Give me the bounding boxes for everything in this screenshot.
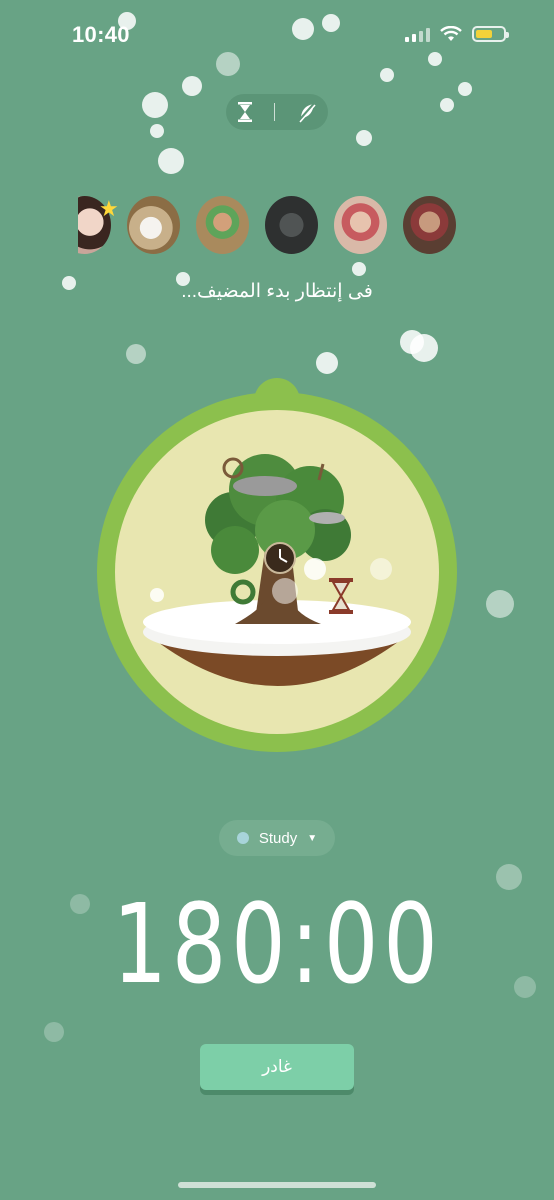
- participant-avatar[interactable]: [403, 196, 456, 254]
- signal-icon: [405, 26, 430, 42]
- wifi-icon: [440, 26, 462, 41]
- participant-avatar[interactable]: [127, 196, 180, 254]
- tag-selector[interactable]: Study ▼: [219, 820, 335, 856]
- hourglass-icon[interactable]: [237, 102, 253, 122]
- host-star-icon: ★: [99, 196, 119, 221]
- battery-icon: [472, 26, 509, 42]
- mode-divider: [274, 103, 276, 121]
- status-icons: [405, 26, 509, 42]
- participant-avatar[interactable]: [265, 196, 318, 254]
- tag-color-dot: [236, 832, 249, 844]
- no-plant-icon[interactable]: [297, 101, 317, 123]
- mode-toggle[interactable]: [226, 94, 328, 130]
- give-up-button[interactable]: غادر: [200, 1044, 354, 1090]
- chevron-down-icon: ▼: [307, 832, 318, 844]
- give-up-label: غادر: [262, 1057, 292, 1076]
- participants-row: [78, 196, 476, 258]
- participant-avatar[interactable]: [334, 196, 387, 254]
- waiting-message: فى إنتظار بدء المضيف...: [181, 281, 373, 302]
- home-indicator[interactable]: [178, 1182, 376, 1188]
- timer-value: 180:00: [112, 880, 442, 1008]
- tag-label: Study: [258, 829, 298, 847]
- participant-avatar[interactable]: [196, 196, 249, 254]
